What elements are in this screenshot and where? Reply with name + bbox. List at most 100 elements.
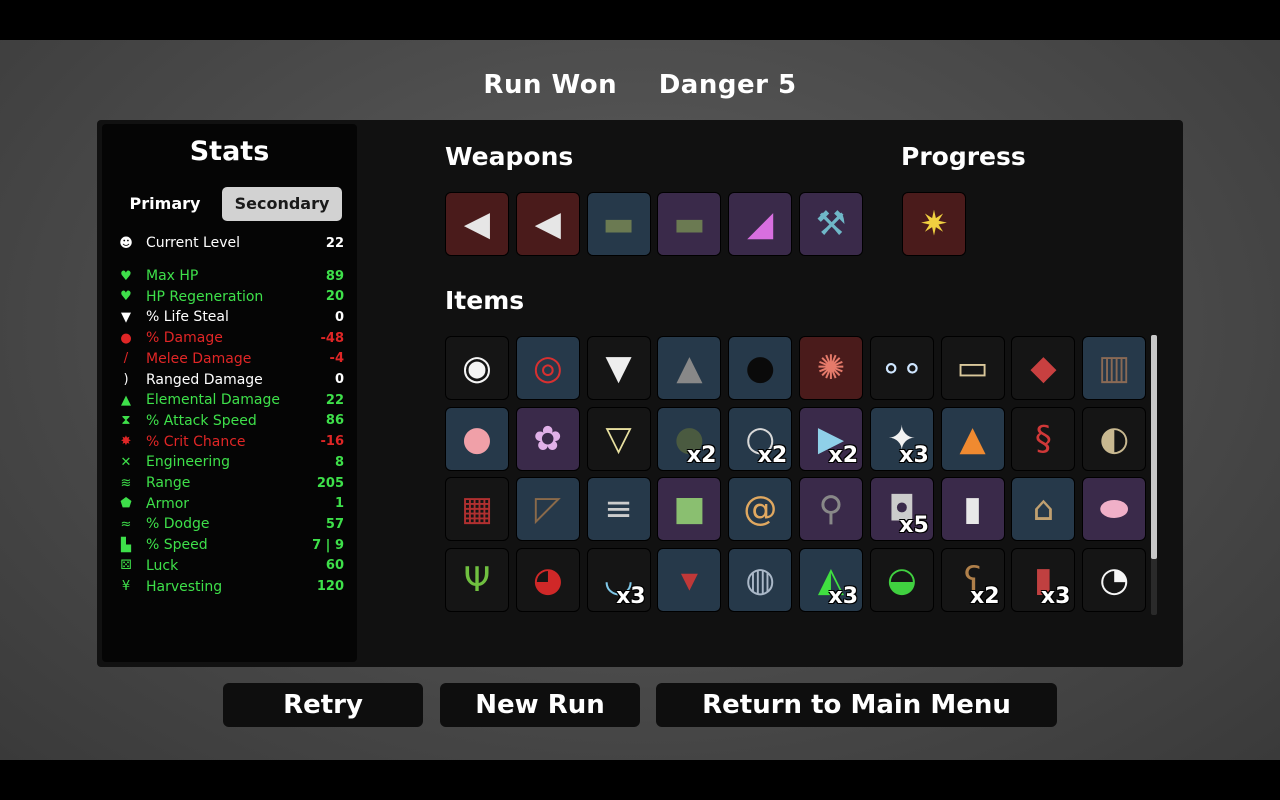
- item-slot[interactable]: ◉: [445, 336, 509, 400]
- stat-row: ● % Damage -48: [116, 328, 344, 348]
- stat-value: 22: [325, 392, 344, 408]
- item-slot[interactable]: ▭: [940, 336, 1005, 400]
- item-slot[interactable]: @: [728, 477, 793, 542]
- black-spheres-icon: ●: [745, 348, 776, 388]
- hammer-weapon-icon: ⚒: [815, 204, 847, 244]
- new-run-button[interactable]: New Run: [440, 683, 640, 727]
- dice-icon: ⚄: [120, 558, 132, 574]
- item-slot[interactable]: ▶ x2: [799, 406, 863, 471]
- items-scrollbar[interactable]: [1151, 335, 1157, 615]
- tab-secondary[interactable]: Secondary: [222, 187, 342, 221]
- stat-row: ≈ % Dodge 57: [116, 514, 344, 534]
- retry-button[interactable]: Retry: [223, 683, 423, 727]
- stat-label: Elemental Damage: [146, 392, 280, 409]
- stat-label: % Damage: [146, 330, 223, 347]
- stat-label: Current Level: [146, 235, 240, 251]
- item-slot[interactable]: ⌂: [1011, 477, 1076, 542]
- stat-row: ) Ranged Damage 0: [116, 370, 344, 390]
- item-slot[interactable]: ⚲: [799, 477, 863, 542]
- item-slot[interactable]: ○ x2: [728, 406, 793, 471]
- progress-title: Progress: [901, 142, 1026, 171]
- item-slot[interactable]: ▲: [940, 406, 1005, 471]
- garden-icon: ⌂: [1032, 489, 1055, 530]
- item-slot[interactable]: ⬬: [1082, 477, 1147, 542]
- main-menu-button[interactable]: Return to Main Menu: [656, 683, 1057, 727]
- stat-label: Engineering: [146, 454, 230, 471]
- item-slot[interactable]: §: [1011, 406, 1076, 471]
- stat-value: 205: [316, 475, 344, 491]
- items-scrollbar-thumb[interactable]: [1151, 335, 1157, 559]
- progress-slot[interactable]: ✷: [902, 192, 966, 256]
- item-count: x2: [757, 442, 788, 468]
- item-slot[interactable]: ∘∘: [869, 336, 934, 400]
- stat-row: ▙ % Speed 7 | 9: [116, 535, 344, 555]
- heart-plus-icon: ♥: [120, 289, 132, 305]
- hair-dryer-weapon-icon: ◢: [747, 204, 774, 244]
- item-slot[interactable]: ● x2: [657, 406, 722, 471]
- stat-row: ▲ Elemental Damage 22: [116, 390, 344, 410]
- item-slot[interactable]: ✿: [515, 406, 580, 471]
- weapon-slot[interactable]: ▬: [657, 192, 722, 256]
- item-slot[interactable]: ▾: [657, 548, 722, 613]
- item-slot[interactable]: ◒: [869, 548, 934, 613]
- wrench-icon: ✕: [120, 454, 132, 470]
- item-slot[interactable]: ▦: [445, 477, 509, 542]
- muscle-icon: ●: [120, 330, 132, 346]
- bullet-explosion-icon: ✷: [919, 204, 949, 244]
- item-slot[interactable]: ◐: [1082, 406, 1147, 471]
- stat-row: ⧗ % Attack Speed 86: [116, 411, 344, 431]
- stat-label: Max HP: [146, 268, 199, 284]
- weapon-slot[interactable]: ◀: [445, 192, 509, 256]
- stat-label: % Dodge: [146, 516, 210, 533]
- stat-row: ♥ HP Regeneration 20: [116, 287, 344, 307]
- item-slot[interactable]: ≡: [586, 477, 651, 542]
- item-slot[interactable]: ◔: [1082, 548, 1147, 613]
- stat-row: ⬟ Armor 1: [116, 494, 344, 514]
- weapon-slot[interactable]: ◢: [728, 192, 793, 256]
- item-slot[interactable]: ʕ x2: [940, 548, 1005, 613]
- danger-level-label: Danger 5: [658, 70, 797, 100]
- item-slot[interactable]: ✺: [799, 336, 863, 400]
- plaid-shirt-icon: ▦: [460, 489, 494, 530]
- item-slot[interactable]: ◎: [515, 336, 580, 400]
- item-slot[interactable]: ◘ x5: [869, 477, 934, 542]
- item-slot[interactable]: ◕: [515, 548, 580, 613]
- skull-icon: ☻: [119, 235, 133, 251]
- stat-row: ⚄ Luck 60: [116, 556, 344, 576]
- weapon-slot[interactable]: ◀: [515, 192, 580, 256]
- campfire-icon: ▲: [959, 418, 986, 459]
- sword-icon: /: [123, 351, 129, 367]
- item-slot[interactable]: ◡ x3: [586, 548, 651, 613]
- dodge-icon: ≈: [120, 516, 132, 532]
- snail-icon: @: [743, 489, 778, 530]
- stat-label: Ranged Damage: [146, 371, 263, 388]
- hourglass-icon: ⧗: [121, 413, 131, 429]
- red-cloak-icon: ▾: [680, 560, 698, 601]
- stat-value: -4: [329, 351, 344, 367]
- item-slot[interactable]: ▮ x3: [1011, 548, 1076, 613]
- stat-row: ✕ Engineering 8: [116, 452, 344, 472]
- item-slot[interactable]: ●: [728, 336, 793, 400]
- stat-value: 1: [334, 496, 344, 512]
- item-slot[interactable]: ▽: [586, 406, 651, 471]
- item-slot[interactable]: ▮: [940, 477, 1005, 542]
- item-slot[interactable]: ◆: [1011, 336, 1076, 400]
- weapon-slot[interactable]: ⚒: [799, 192, 863, 256]
- tab-primary[interactable]: Primary: [120, 187, 210, 221]
- stat-value: 22: [325, 235, 344, 251]
- item-slot[interactable]: ◸: [515, 477, 580, 542]
- item-slot[interactable]: ▼: [586, 336, 651, 400]
- stat-label: Luck: [146, 557, 179, 574]
- item-slot[interactable]: ✦ x3: [869, 406, 934, 471]
- stat-row: ≋ Range 205: [116, 473, 344, 493]
- item-slot[interactable]: ◭ x3: [799, 548, 863, 613]
- item-slot[interactable]: Ψ: [445, 548, 509, 613]
- item-slot[interactable]: ◍: [728, 548, 793, 613]
- weapon-slot[interactable]: ▬: [586, 192, 651, 256]
- item-slot[interactable]: ▲: [657, 336, 722, 400]
- stat-label: % Speed: [146, 537, 208, 554]
- item-slot[interactable]: ●: [445, 406, 509, 471]
- range-waves-icon: ≋: [120, 475, 132, 491]
- item-slot[interactable]: ▥: [1082, 336, 1147, 400]
- item-slot[interactable]: ■: [657, 477, 722, 542]
